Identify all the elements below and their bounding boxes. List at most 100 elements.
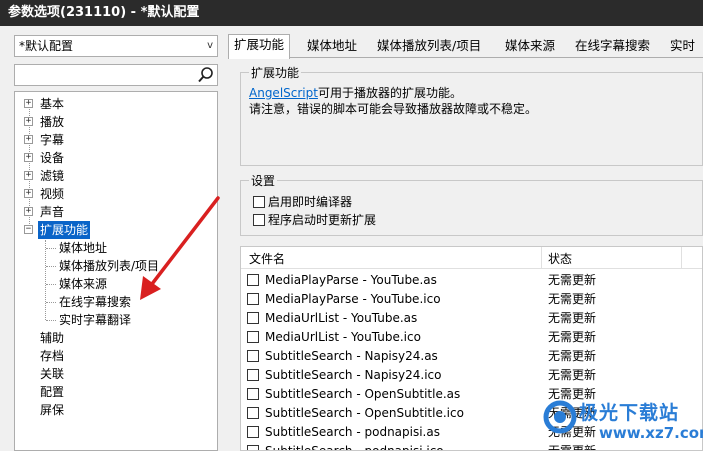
- file-name: MediaUrlList - YouTube.as: [265, 311, 418, 325]
- file-status: 无需更新: [548, 273, 597, 287]
- file-row[interactable]: MediaUrlList - YouTube.ico 无需更新: [241, 328, 702, 347]
- tab-label: 实时: [670, 38, 696, 53]
- tree-item-label: 扩展功能: [38, 221, 91, 239]
- tab-extensions[interactable]: 扩展功能: [228, 34, 291, 59]
- window-title: 参数选项(231110) - *默认配置: [8, 5, 200, 20]
- tab-media-playlist[interactable]: 媒体播放列表/项目: [372, 36, 486, 58]
- file-checkbox[interactable]: [247, 388, 259, 400]
- file-row[interactable]: MediaPlayParse - YouTube.ico 无需更新: [241, 290, 702, 309]
- file-row[interactable]: MediaUrlList - YouTube.as 无需更新: [241, 309, 702, 328]
- file-list-header: 文件名 状态: [241, 247, 702, 269]
- update-on-start-label: 程序启动时更新扩展: [268, 213, 377, 227]
- extensions-warning: 请注意，错误的脚本可能会导致播放器故障或不稳定。: [249, 102, 538, 116]
- tree-item-config[interactable]: 配置: [40, 383, 64, 401]
- tree-item-label: 屏保: [40, 403, 65, 417]
- search-input[interactable]: [14, 64, 218, 86]
- expand-icon[interactable]: +: [24, 153, 33, 162]
- search-icon[interactable]: [197, 66, 215, 84]
- collapse-icon[interactable]: −: [24, 225, 33, 234]
- file-name: MediaUrlList - YouTube.ico: [265, 330, 421, 344]
- tree-item-label: 在线字幕搜索: [59, 295, 132, 309]
- tree-item-label: 媒体来源: [59, 277, 108, 291]
- window-titlebar: 参数选项(231110) - *默认配置: [0, 0, 703, 26]
- tree-item-label: 实时字幕翻译: [59, 313, 132, 327]
- extensions-description: 可用于播放器的扩展功能。: [317, 86, 462, 100]
- profile-select-value: *默认配置: [19, 39, 74, 53]
- expand-icon[interactable]: +: [24, 207, 33, 216]
- file-checkbox[interactable]: [247, 426, 259, 438]
- column-header-filename[interactable]: 文件名: [249, 250, 285, 267]
- tab-strip: 扩展功能 媒体地址 媒体播放列表/项目 媒体来源 在线字幕搜索 实时: [228, 34, 703, 59]
- file-name: SubtitleSearch - OpenSubtitle.ico: [265, 406, 464, 420]
- jit-compiler-checkbox[interactable]: [253, 196, 265, 208]
- tree-item-label: 播放: [40, 115, 65, 129]
- file-row[interactable]: SubtitleSearch - Napisy24.ico 无需更新: [241, 366, 702, 385]
- file-name: MediaPlayParse - YouTube.as: [265, 273, 437, 287]
- tree-item-association[interactable]: 关联: [40, 365, 64, 383]
- tree-item-archive[interactable]: 存档: [40, 347, 64, 365]
- settings-group: 设置 启用即时编译器 程序启动时更新扩展: [240, 172, 703, 236]
- tree-item-label: 辅助: [40, 331, 65, 345]
- tree-item-label: 配置: [40, 385, 65, 399]
- file-name: SubtitleSearch - Napisy24.ico: [265, 368, 442, 382]
- tree-item-label: 基本: [40, 97, 65, 111]
- tree-item-assist[interactable]: 辅助: [40, 329, 64, 347]
- tree-item-label: 媒体播放列表/项目: [59, 259, 160, 273]
- extensions-group: 扩展功能 AngelScript可用于播放器的扩展功能。 请注意，错误的脚本可能…: [240, 64, 703, 166]
- file-status: 无需更新: [548, 368, 597, 382]
- tree-item-online-subtitle-search[interactable]: 在线字幕搜索: [59, 293, 131, 311]
- tree-item-media-url[interactable]: 媒体地址: [59, 239, 107, 257]
- expand-icon[interactable]: +: [24, 99, 33, 108]
- file-name: SubtitleSearch - Napisy24.as: [265, 349, 438, 363]
- tree-item-label: 媒体地址: [59, 241, 108, 255]
- column-header-status[interactable]: 状态: [548, 250, 572, 267]
- tab-online-subtitle-search[interactable]: 在线字幕搜索: [570, 36, 655, 58]
- file-row[interactable]: SubtitleSearch - Napisy24.as 无需更新: [241, 347, 702, 366]
- expand-icon[interactable]: +: [24, 171, 33, 180]
- file-name: MediaPlayParse - YouTube.ico: [265, 292, 441, 306]
- file-name: SubtitleSearch - podnapisi.as: [265, 425, 440, 439]
- chevron-down-icon: v: [207, 40, 213, 51]
- file-name: SubtitleSearch - podnapisi.ico: [265, 444, 444, 451]
- tab-label: 扩展功能: [234, 37, 285, 52]
- tree-item-label: 存档: [40, 349, 65, 363]
- group-title: 扩展功能: [249, 64, 302, 81]
- file-checkbox[interactable]: [247, 350, 259, 362]
- file-row[interactable]: MediaPlayParse - YouTube.as 无需更新: [241, 271, 702, 290]
- file-checkbox[interactable]: [247, 274, 259, 286]
- file-checkbox[interactable]: [247, 369, 259, 381]
- file-checkbox[interactable]: [247, 407, 259, 419]
- file-checkbox[interactable]: [247, 331, 259, 343]
- tab-realtime[interactable]: 实时: [665, 36, 700, 58]
- expand-icon[interactable]: +: [24, 135, 33, 144]
- tree-item-label: 设备: [40, 151, 65, 165]
- expand-icon[interactable]: +: [24, 117, 33, 126]
- tree-item-screensaver[interactable]: 屏保: [40, 401, 64, 419]
- group-title: 设置: [249, 172, 278, 189]
- watermark-url: www.xz7.com: [599, 424, 703, 442]
- tree-item-label: 字幕: [40, 133, 65, 147]
- profile-select[interactable]: *默认配置 v: [14, 35, 218, 57]
- file-checkbox[interactable]: [247, 293, 259, 305]
- angelscript-link[interactable]: AngelScript: [249, 86, 318, 100]
- file-checkbox[interactable]: [247, 445, 259, 450]
- tree-item-realtime-subtitle-translate[interactable]: 实时字幕翻译: [59, 311, 131, 329]
- tree-item-media-playlist[interactable]: 媒体播放列表/项目: [59, 257, 159, 275]
- settings-tree[interactable]: + 基本 + 播放 + 字幕 + 设备 + 滤镜 + 视频 + 声音 − 扩展功…: [14, 91, 218, 451]
- tab-label: 媒体地址: [307, 38, 358, 53]
- watermark-logo-icon: [543, 400, 577, 434]
- file-checkbox[interactable]: [247, 312, 259, 324]
- file-status: 无需更新: [548, 311, 597, 325]
- tree-item-label: 滤镜: [40, 169, 65, 183]
- jit-compiler-label: 启用即时编译器: [268, 195, 353, 209]
- watermark-title: 极光下载站: [579, 402, 680, 424]
- tree-item-media-source[interactable]: 媒体来源: [59, 275, 107, 293]
- expand-icon[interactable]: +: [24, 189, 33, 198]
- tab-media-url[interactable]: 媒体地址: [302, 36, 362, 58]
- tree-item-label: 视频: [40, 187, 65, 201]
- tree-item-label: 声音: [40, 205, 65, 219]
- update-on-start-checkbox[interactable]: [253, 214, 265, 226]
- file-name: SubtitleSearch - OpenSubtitle.as: [265, 387, 461, 401]
- tab-media-source[interactable]: 媒体来源: [500, 36, 560, 58]
- tab-label: 在线字幕搜索: [575, 38, 651, 53]
